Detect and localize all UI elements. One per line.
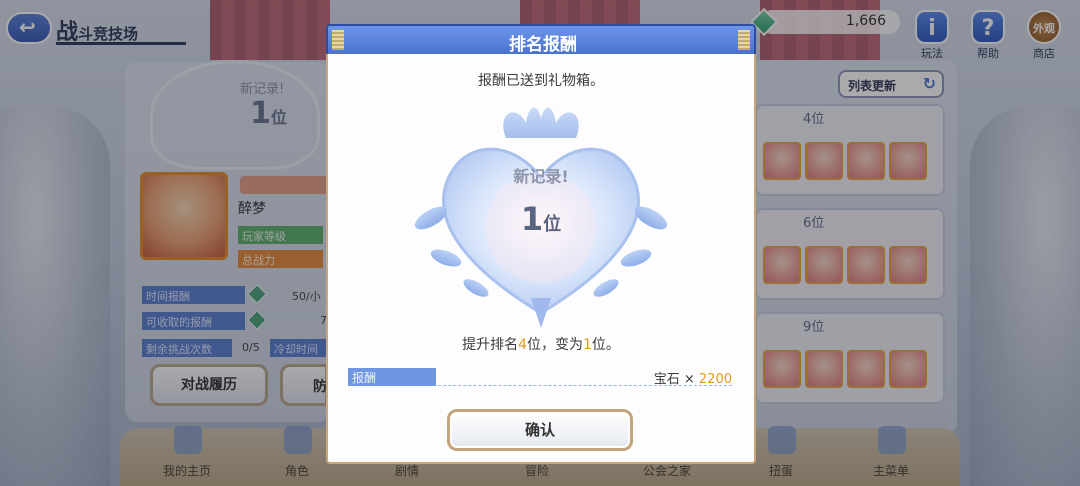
dialog-header: 排名报酬 [326, 24, 756, 56]
new-record-label: 新记录! [513, 167, 569, 186]
rank-reward-dialog: 排名报酬 报酬已送到礼物箱。 新记录! 1位 提升排名4位，变为1位。 报酬 宝… [326, 24, 756, 464]
reward-label: 报酬 [348, 368, 436, 386]
reward-row: 报酬 宝石 × 2200 [348, 368, 732, 387]
reward-value: 宝石 × 2200 [653, 372, 732, 387]
confirm-button[interactable]: 确认 [447, 409, 633, 451]
reward-sent-message: 报酬已送到礼物箱。 [478, 73, 604, 89]
dialog-title: 排名报酬 [509, 35, 577, 55]
rank-improvement-text: 提升排名4位，变为1位。 [462, 337, 620, 353]
new-rank-value: 1位 [520, 200, 562, 238]
